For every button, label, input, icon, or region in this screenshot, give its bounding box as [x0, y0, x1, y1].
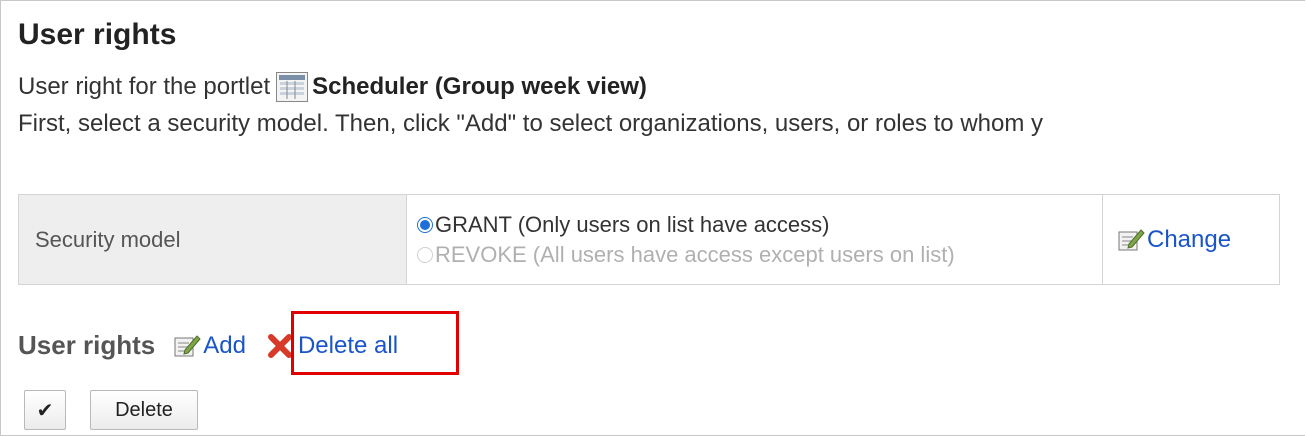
page-title: User rights	[18, 18, 177, 51]
grant-radio[interactable]	[417, 216, 433, 233]
security-model-options: GRANT (Only users on list have access) R…	[406, 194, 1103, 285]
revoke-option-label: REVOKE (All users have access except use…	[435, 241, 955, 267]
security-model-label: Security model	[18, 194, 407, 285]
instruction-text: First, select a security model. Then, cl…	[18, 110, 1044, 137]
portlet-list-icon	[276, 72, 309, 102]
edit-icon	[173, 333, 201, 359]
security-model-action-cell: Change	[1102, 194, 1280, 285]
add-link[interactable]: Add	[173, 332, 246, 360]
grant-option[interactable]: GRANT (Only users on list have access)	[417, 210, 1101, 240]
security-model-row: Security model GRANT (Only users on list…	[18, 194, 1280, 285]
delete-all-link[interactable]: Delete all	[266, 332, 398, 360]
grant-option-label: GRANT (Only users on list have access)	[435, 211, 830, 237]
check-all-button[interactable]: ✔	[24, 390, 66, 430]
delete-all-link-label: Delete all	[297, 331, 399, 359]
red-x-icon	[266, 332, 294, 360]
portlet-name: Scheduler (Group week view)	[312, 73, 647, 100]
portlet-prefix: User right for the portlet	[18, 73, 271, 100]
change-link-label: Change	[1147, 225, 1232, 253]
delete-button[interactable]: Delete	[90, 390, 198, 430]
user-rights-toolbar: User rights Add Delete all	[18, 330, 398, 361]
portlet-description: User right for the portlet Scheduler (Gr…	[18, 72, 647, 102]
change-link[interactable]: Change	[1117, 226, 1278, 254]
edit-icon	[1117, 227, 1145, 253]
revoke-radio	[417, 246, 433, 263]
security-model-table: Security model GRANT (Only users on list…	[18, 194, 1280, 285]
revoke-option: REVOKE (All users have access except use…	[417, 240, 1101, 270]
add-link-label: Add	[203, 331, 246, 359]
user-rights-heading: User rights	[18, 330, 156, 360]
